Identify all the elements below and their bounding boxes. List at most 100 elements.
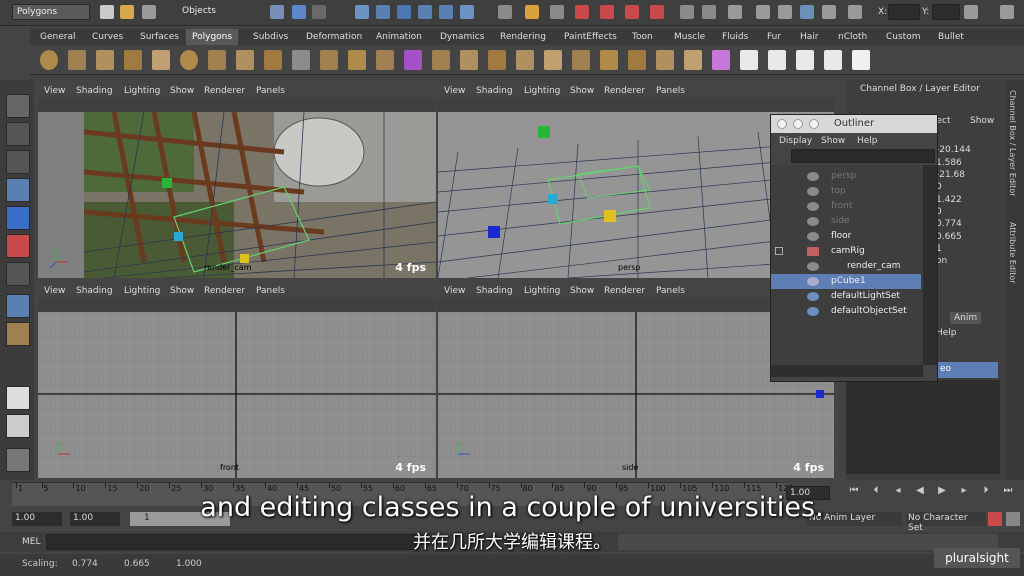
tab-general[interactable]: General (40, 29, 75, 45)
menu-panels[interactable]: Panels (656, 286, 685, 296)
select-tool-icon[interactable] (6, 94, 30, 118)
triangulate-icon[interactable] (684, 50, 702, 70)
select-hierarchy-icon[interactable] (270, 5, 284, 19)
outliner-toggle-icon[interactable] (822, 5, 836, 19)
scale-tool-icon[interactable] (6, 234, 30, 258)
quick-layout-icon[interactable] (6, 448, 30, 472)
insert-edge-loop-icon[interactable] (572, 50, 590, 70)
mirror-icon[interactable] (376, 50, 394, 70)
select-component-icon[interactable] (312, 5, 326, 19)
menu-shading[interactable]: Shading (476, 286, 513, 296)
move-tool-icon[interactable] (6, 178, 30, 202)
tab-animation[interactable]: Animation (376, 29, 422, 45)
new-scene-icon[interactable] (100, 5, 114, 19)
channel-box-icon[interactable] (778, 5, 792, 19)
layout-four-icon[interactable] (6, 414, 30, 438)
list-item[interactable]: floor (771, 229, 921, 244)
ipr-render-icon[interactable] (575, 5, 589, 19)
tab-muscle[interactable]: Muscle (674, 29, 705, 45)
wedge-icon[interactable] (628, 50, 646, 70)
menu-panels[interactable]: Panels (656, 86, 685, 96)
paint-select-icon[interactable] (6, 150, 30, 174)
channel-value[interactable]: 0.774 (936, 219, 962, 229)
last-tool-icon[interactable] (6, 322, 30, 346)
list-item[interactable]: defaultObjectSet (771, 304, 921, 319)
outliner-scrollbar[interactable] (923, 165, 937, 365)
channel-value[interactable]: -21.68 (936, 170, 965, 180)
menu-set-select[interactable]: Polygons (12, 4, 90, 20)
x-field[interactable] (888, 4, 920, 20)
split-icon[interactable] (544, 50, 562, 70)
menu-lighting[interactable]: Lighting (524, 86, 560, 96)
snap-surface-icon[interactable] (439, 5, 453, 19)
collapse-icon[interactable] (775, 247, 783, 255)
manipulator-icon[interactable] (6, 262, 30, 286)
layer-editor-icon[interactable] (800, 5, 814, 19)
menu-show[interactable]: Show (570, 286, 594, 296)
menu-renderer[interactable]: Renderer (604, 86, 645, 96)
script-editor-icon[interactable] (702, 5, 716, 19)
snap-point-icon[interactable] (397, 5, 411, 19)
tab-polygons[interactable]: Polygons (186, 29, 239, 45)
tab-toon[interactable]: Toon (632, 29, 653, 45)
zoom-icon[interactable] (809, 119, 819, 129)
list-item[interactable]: camRig (771, 244, 921, 259)
checker-auto-icon[interactable] (852, 50, 870, 70)
checker-spherical-icon[interactable] (824, 50, 842, 70)
tab-anim[interactable]: Anim (950, 312, 982, 324)
y-field[interactable] (932, 4, 960, 20)
render-globals-icon[interactable] (848, 5, 862, 19)
viewport-render-cam[interactable]: render_cam 4 fps (84, 112, 436, 278)
menu-renderer[interactable]: Renderer (604, 286, 645, 296)
checker-planar-icon[interactable] (768, 50, 786, 70)
menu-view[interactable]: View (444, 86, 465, 96)
tab-dynamics[interactable]: Dynamics (440, 29, 484, 45)
sculpt-icon[interactable] (712, 50, 730, 70)
single-pane-icon[interactable] (6, 294, 30, 318)
channel-value[interactable]: -20.144 (936, 145, 971, 155)
outliner-filter-input[interactable] (791, 149, 935, 163)
tab-bullet[interactable]: Bullet (938, 29, 964, 45)
poly-cone-icon[interactable] (124, 50, 142, 70)
merge-icon[interactable] (600, 50, 618, 70)
close-icon[interactable] (777, 119, 787, 129)
snap-curve-icon[interactable] (376, 5, 390, 19)
poly-plane-icon[interactable] (152, 50, 170, 70)
hypershade-icon[interactable] (625, 5, 639, 19)
menu-shading[interactable]: Shading (76, 86, 113, 96)
menu-show[interactable]: Show (570, 86, 594, 96)
input-line-icon[interactable] (680, 5, 694, 19)
menu-lighting[interactable]: Lighting (524, 286, 560, 296)
combine-icon[interactable] (292, 50, 310, 70)
menu-panels[interactable]: Panels (256, 286, 285, 296)
poly-sphere-icon[interactable] (40, 50, 58, 70)
tab-channel-box[interactable]: Channel Box / Layer Editor (1008, 90, 1017, 197)
separate-icon[interactable] (320, 50, 338, 70)
list-item[interactable]: front (771, 199, 921, 214)
sidebar-toggle-icon[interactable] (1000, 5, 1014, 19)
append-icon[interactable] (516, 50, 534, 70)
render-settings-icon[interactable] (600, 5, 614, 19)
menu-renderer[interactable]: Renderer (204, 286, 245, 296)
poke-icon[interactable] (656, 50, 674, 70)
menu-lighting[interactable]: Lighting (124, 86, 160, 96)
selection-mode-label[interactable]: Objects (182, 6, 260, 20)
tab-attribute-editor[interactable]: Attribute Editor (1008, 222, 1017, 284)
outliner-menu-display[interactable]: Display (779, 136, 812, 146)
menu-view[interactable]: View (444, 286, 465, 296)
poly-pyramid-icon[interactable] (236, 50, 254, 70)
snap-view-plane-icon[interactable] (418, 5, 432, 19)
viewport-front[interactable]: front 4 fps (38, 312, 436, 478)
poly-prism-icon[interactable] (208, 50, 226, 70)
select-object-icon[interactable] (292, 5, 306, 19)
menu-show[interactable]: Show (170, 86, 194, 96)
tab-fluids[interactable]: Fluids (722, 29, 748, 45)
poly-pipe-icon[interactable] (264, 50, 282, 70)
list-item[interactable]: side (771, 214, 921, 229)
tab-painteffects[interactable]: PaintEffects (564, 29, 617, 45)
history-icon[interactable] (460, 5, 474, 19)
menu-show[interactable]: Show (170, 286, 194, 296)
list-item[interactable]: render_cam (771, 259, 921, 274)
menu-shading[interactable]: Shading (476, 86, 513, 96)
channel-value[interactable]: 1.586 (936, 158, 962, 168)
